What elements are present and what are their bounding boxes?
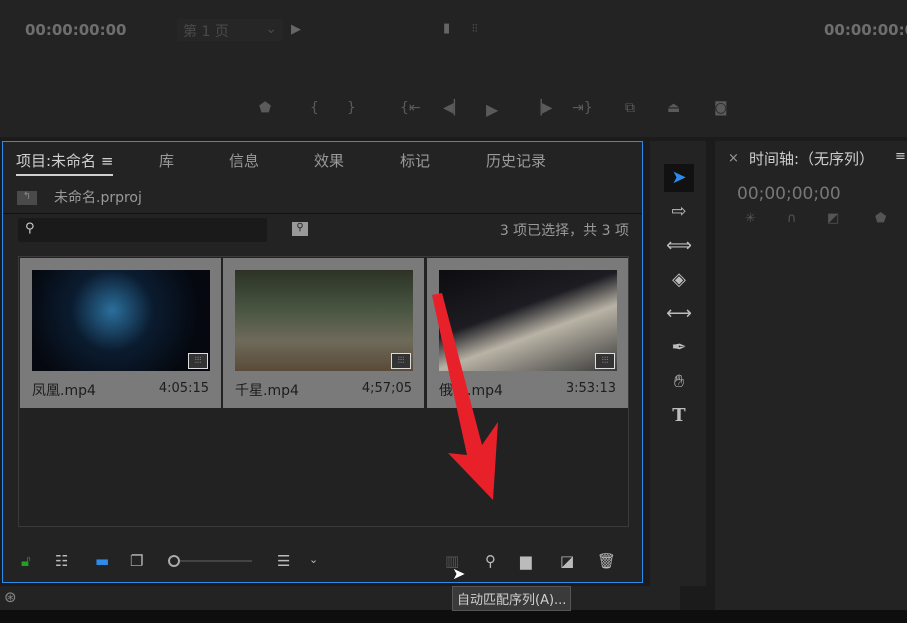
clip-thumbnail: ⫶⫶⫶ <box>32 270 210 371</box>
trash-icon[interactable]: 🗑︎ <box>597 552 616 570</box>
audio-icon: ⫶⫶⫶ <box>595 353 615 369</box>
chevron-down-icon[interactable]: ⌄ <box>309 553 318 566</box>
snap-icon[interactable]: ✳ <box>745 211 756 226</box>
step-back-icon[interactable]: ◀▏ <box>443 100 465 116</box>
clip-duration: 4:05:15 <box>158 381 209 396</box>
tab-effects[interactable]: 效果 <box>314 150 344 171</box>
play-icon[interactable]: ▶ <box>486 100 498 119</box>
find-icon[interactable]: ⚲ <box>485 552 496 570</box>
step-forward-icon[interactable]: ▕▶ <box>531 100 553 116</box>
sort-icon[interactable]: ☰ <box>277 552 290 570</box>
divider <box>3 213 642 214</box>
search-bin-icon[interactable]: ⚲ <box>292 222 308 236</box>
tab-project-label: 项目:未命名 <box>16 152 97 170</box>
audio-wave-icon[interactable]: ⫶⫶ <box>472 22 478 36</box>
source-timecode[interactable]: 00:00:00:00 <box>25 21 127 39</box>
taskbar <box>0 610 907 623</box>
clip-name: 千星.mp4 <box>235 383 299 399</box>
hand-tool-icon[interactable]: ✋︎ <box>664 368 694 396</box>
go-to-in-icon[interactable]: {⇤ <box>400 100 421 116</box>
selection-tool-icon[interactable]: ➤ <box>664 164 694 192</box>
project-panel: 项目:未命名 ≡ 库 信息 效果 标记 历史记录 ↰ 未命名.prproj ⚲ … <box>2 141 643 583</box>
creative-cloud-icon[interactable]: ⊛ <box>4 588 17 606</box>
slip-tool-icon[interactable]: ⟷ <box>664 300 694 328</box>
menu-icon[interactable]: ≡ <box>895 149 906 164</box>
list-view-icon[interactable]: ☷ <box>55 552 68 570</box>
pen-tool-icon[interactable]: ✒ <box>664 334 694 362</box>
page-select-value: 第 1 页 <box>183 24 229 40</box>
timeline-panel: × 时间轴:（无序列） ≡ 00;00;00;00 ✳ ∩ ◩ ⬟ <box>715 141 907 623</box>
new-item-icon[interactable]: ◪ <box>560 552 574 570</box>
type-tool-icon[interactable]: T <box>664 402 694 430</box>
tab-history[interactable]: 历史记录 <box>486 150 546 171</box>
mark-in-icon[interactable]: { <box>310 100 319 116</box>
zoom-slider-handle[interactable] <box>168 555 180 567</box>
program-timecode[interactable]: 00:00:00:00 <box>824 21 907 39</box>
insert-icon[interactable]: ⧉ <box>625 100 635 116</box>
timeline-timecode[interactable]: 00;00;00;00 <box>737 184 841 204</box>
selection-status: 3 项已选择，共 3 项 <box>499 223 629 239</box>
clip-name: 凤凰.mp4 <box>32 383 96 399</box>
chevron-down-icon: ⌄ <box>265 21 277 37</box>
tab-library[interactable]: 库 <box>159 150 174 171</box>
clip-card[interactable]: ⫶⫶⫶ 凤凰.mp4 4:05:15 <box>20 258 221 408</box>
page-select[interactable]: 第 1 页 ⌄ <box>177 19 283 41</box>
red-arrow-annotation <box>432 293 498 500</box>
tab-project[interactable]: 项目:未命名 ≡ <box>16 150 114 176</box>
lock-icon[interactable]: 🔓︎ <box>21 552 31 570</box>
magnet-icon[interactable]: ∩ <box>787 211 797 226</box>
clip-thumbnail: ⫶⫶⫶ <box>235 270 413 371</box>
ripple-edit-tool-icon[interactable]: ⟺ <box>664 232 694 260</box>
track-select-tool-icon[interactable]: ⇨ <box>664 198 694 226</box>
close-icon[interactable]: × <box>728 151 739 166</box>
audio-icon: ⫶⫶⫶ <box>188 353 208 369</box>
mark-out-icon[interactable]: } <box>347 100 356 116</box>
menu-icon[interactable]: ≡ <box>101 152 114 170</box>
overwrite-icon[interactable]: ⏏ <box>667 100 680 116</box>
razor-tool-icon[interactable]: ◈ <box>664 266 694 294</box>
go-to-out-icon[interactable]: ⇥} <box>572 100 593 116</box>
play-arrow-icon[interactable]: ▶ <box>291 22 301 37</box>
tooltip: 自动匹配序列(A)... <box>452 586 572 611</box>
tab-info[interactable]: 信息 <box>229 150 259 171</box>
audio-icon: ⫶⫶⫶ <box>391 353 411 369</box>
mouse-cursor-icon: ➤ <box>452 564 466 583</box>
camera-icon[interactable]: ◙ <box>714 100 728 116</box>
folder-up-icon[interactable]: ↰ <box>17 191 37 205</box>
icon-view-icon[interactable]: ▬ <box>95 552 109 570</box>
monitor-area: 00:00:00:00 第 1 页⌄ ▶ ▮ ⫶⫶ 00:00:00:00 ⬟ … <box>0 0 907 137</box>
project-file-name: 未命名.prproj <box>54 190 142 206</box>
tools-panel: ➤ ⇨ ⟺ ◈ ⟷ ✒ ✋︎ T <box>650 141 706 586</box>
new-bin-icon[interactable]: ▆ <box>520 552 532 570</box>
film-icon[interactable]: ▮ <box>443 21 450 36</box>
arrow-shape <box>432 293 498 500</box>
search-field[interactable] <box>44 221 259 236</box>
zoom-slider[interactable] <box>180 560 252 562</box>
tab-markers[interactable]: 标记 <box>400 150 430 171</box>
clip-duration: 3:53:13 <box>565 381 616 396</box>
freeform-view-icon[interactable]: ❐ <box>130 552 143 570</box>
clip-duration: 4;57;05 <box>361 381 412 396</box>
status-bar: ⊛ <box>0 586 680 610</box>
search-input[interactable]: ⚲ <box>18 218 267 242</box>
search-icon: ⚲ <box>25 221 35 236</box>
marker-icon[interactable]: ⬟ <box>259 100 271 116</box>
timeline-title: 时间轴:（无序列） <box>749 150 875 168</box>
add-marker-icon[interactable]: ⬟ <box>875 211 886 226</box>
linked-selection-icon[interactable]: ◩ <box>827 211 839 226</box>
clip-card[interactable]: ⫶⫶⫶ 千星.mp4 4;57;05 <box>223 258 424 408</box>
